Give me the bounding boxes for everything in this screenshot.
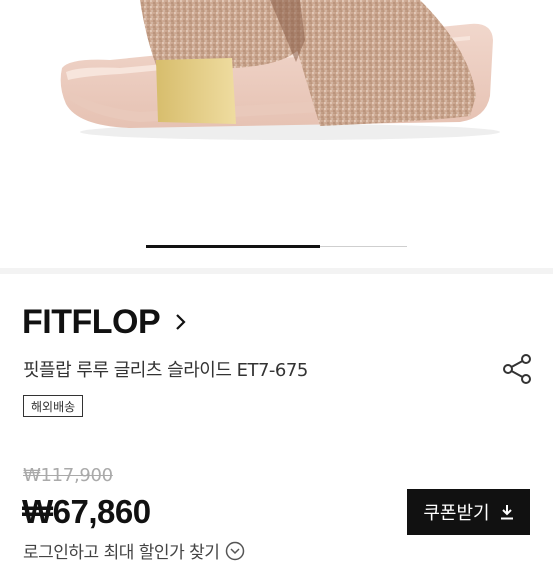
coupon-button-label: 쿠폰받기 <box>423 503 490 524</box>
download-icon <box>500 504 514 520</box>
carousel-indicator <box>146 245 407 248</box>
sale-price: ₩67,860 <box>22 493 151 530</box>
product-title: 핏플랍 루루 글리츠 슬라이드 ET7-675 <box>23 360 308 381</box>
product-image[interactable] <box>0 0 553 222</box>
carousel-progress-bar <box>146 245 321 248</box>
login-discount-link[interactable]: 로그인하고 최대 할인가 찾기 <box>23 538 245 563</box>
coupon-button[interactable]: 쿠폰받기 <box>407 489 530 535</box>
chevron-right-icon <box>174 312 188 332</box>
section-divider <box>0 268 553 274</box>
brand-name: FITFLOP <box>22 302 161 341</box>
sandal-illustration <box>60 0 500 140</box>
login-discount-label: 로그인하고 최대 할인가 찾기 <box>23 543 220 563</box>
share-icon <box>503 354 531 384</box>
share-button[interactable] <box>501 353 533 385</box>
original-price: ₩117,900 <box>23 465 113 486</box>
overseas-shipping-badge: 해외배송 <box>23 395 84 417</box>
brand-link[interactable]: FITFLOP <box>22 300 188 344</box>
chevron-down-circle-icon <box>225 541 245 561</box>
